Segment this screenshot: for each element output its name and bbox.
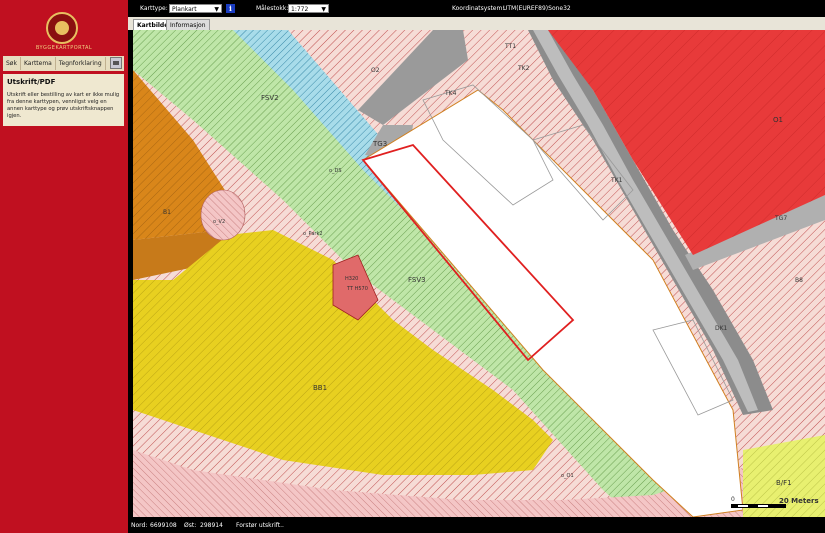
- karttype-select[interactable]: Plankart ▼: [169, 4, 222, 13]
- logo-text: BYGGEKARTPORTAL: [35, 45, 93, 51]
- ost-value: 298914: [200, 522, 223, 529]
- panel-text: Utskrift eller bestilling av kart er ikk…: [7, 92, 120, 119]
- label-bb1: BB1: [313, 384, 327, 392]
- label-tk2: TK2: [517, 65, 530, 72]
- v2-zone: [200, 189, 246, 241]
- label-tg3: TG3: [372, 140, 387, 148]
- panel-title: Utskrift/PDF: [7, 78, 56, 86]
- tab-karttema[interactable]: Karttema: [21, 57, 56, 70]
- top-toolbar: Karttype: Plankart ▼ i Målestokk: 1:772 …: [128, 0, 825, 17]
- label-ds: o_DS: [329, 168, 342, 174]
- chevron-down-icon: ▼: [214, 6, 219, 13]
- logo-emblem-icon: [55, 21, 69, 35]
- karttype-label: Karttype:: [140, 5, 168, 12]
- info-icon[interactable]: i: [226, 4, 235, 13]
- map-tabs: Kartbilde Informasjon: [128, 17, 825, 30]
- label-tk1: TK1: [610, 177, 623, 184]
- tab-informasjon[interactable]: Informasjon: [166, 19, 210, 30]
- koordinat-label: Koordinatsystem:: [452, 5, 505, 12]
- label-fsv3: FSV3: [408, 276, 426, 284]
- status-bar: Nord: 6699108 Øst: 298914 Forstør utskri…: [128, 518, 825, 533]
- sidebar-tabs: Søk Karttema Tegnforklaring: [3, 56, 124, 71]
- karttype-value: Plankart: [172, 6, 197, 13]
- label-fsv2: FSV2: [261, 94, 279, 102]
- label-v2: o_V2: [213, 219, 225, 225]
- ost-label: Øst:: [184, 522, 197, 529]
- scale-select[interactable]: 1:772 ▼: [288, 4, 329, 13]
- label-park2: o_Park2: [303, 231, 323, 237]
- label-tk4: TK4: [444, 90, 457, 97]
- chevron-down-icon: ▼: [321, 6, 326, 13]
- label-h570: TT H570: [346, 286, 368, 292]
- tab-sok[interactable]: Søk: [3, 57, 21, 70]
- map-view[interactable]: O1 O2 FSV2 FSV3 TT1 TK2 TK4 TG3 TK1 TG7 …: [133, 30, 825, 517]
- scale-zero: 0: [731, 496, 735, 503]
- scale-value: 1:772: [291, 6, 309, 13]
- scale-text: 20 Meters: [779, 497, 819, 505]
- sidebar: BYGGEKARTPORTAL Søk Karttema Tegnforklar…: [0, 0, 128, 533]
- label-tt1: TT1: [504, 43, 516, 50]
- print-panel: Utskrift/PDF Utskrift eller bestilling a…: [3, 74, 124, 126]
- municipal-logo: [46, 12, 78, 44]
- plan-map[interactable]: O1 O2 FSV2 FSV3 TT1 TK2 TK4 TG3 TK1 TG7 …: [133, 30, 825, 517]
- label-bf1: B/F1: [776, 479, 792, 487]
- status-message: Forstør utskrift..: [236, 522, 284, 529]
- label-o1: O1: [773, 116, 783, 124]
- label-b8: B8: [795, 277, 803, 284]
- label-tg7: TG7: [774, 215, 787, 222]
- koordinat-value: UTM(EUREF89)Sone32: [503, 5, 571, 12]
- print-icon[interactable]: [110, 57, 122, 69]
- label-h320: H320: [345, 276, 358, 282]
- nord-value: 6699108: [150, 522, 177, 529]
- label-o1b: o_O1: [561, 473, 574, 479]
- label-o2: O2: [371, 67, 380, 74]
- tab-tegnforklaring[interactable]: Tegnforklaring: [56, 57, 106, 70]
- nord-label: Nord:: [131, 522, 148, 529]
- malestokk-label: Målestokk:: [256, 5, 289, 12]
- label-dk1: DK1: [715, 325, 728, 332]
- label-b1: B1: [163, 209, 171, 216]
